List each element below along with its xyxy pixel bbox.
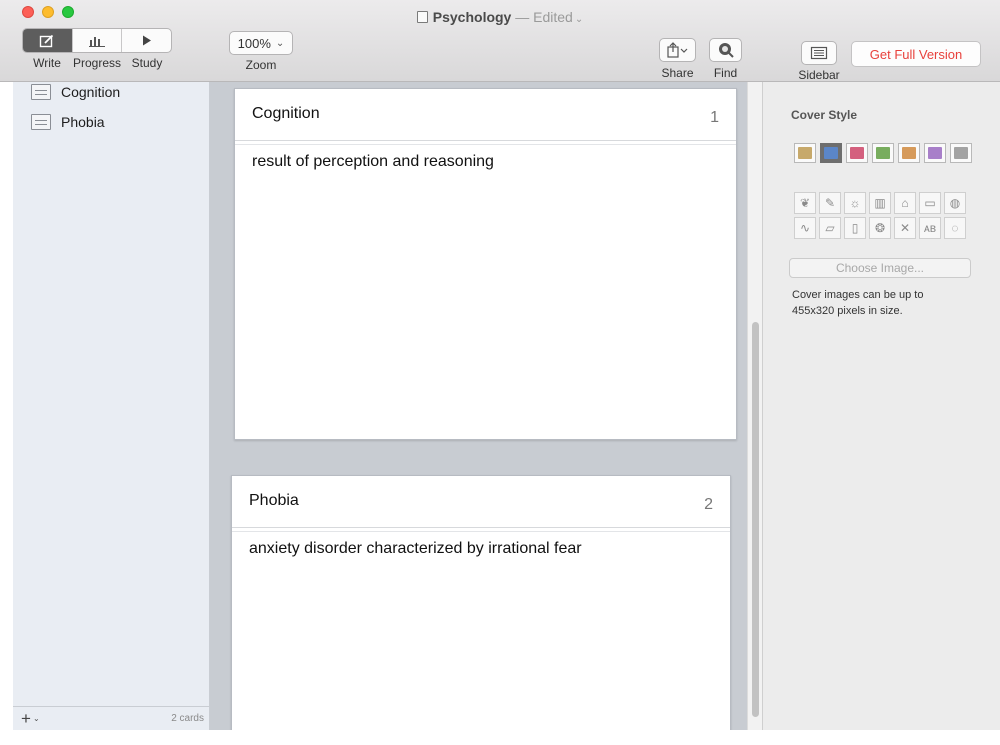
card-count: 2 cards [171,713,204,724]
card-cognition[interactable]: Cognition 1 result of perception and rea… [234,88,737,440]
find-button[interactable] [709,38,742,62]
cover-color-swatch[interactable] [794,143,816,163]
tools-icon[interactable]: ✕ [894,217,916,239]
laptop-icon[interactable]: ▱ [819,217,841,239]
card-icon [31,84,51,100]
sidebar-item-cognition[interactable]: Cognition [31,82,120,102]
easel-icon[interactable]: ▭ [919,192,941,214]
swatch-fill [798,147,812,159]
progress-mode-label: Progress [72,56,122,70]
vertical-scrollbar[interactable] [747,82,762,730]
bank-icon[interactable]: ⌂ [894,192,916,214]
sidebar-item-label: Cognition [61,84,121,100]
card-header: Phobia 2 [232,476,730,532]
globe-icon[interactable]: ◍ [944,192,966,214]
bar-chart-icon [89,36,105,47]
sidebar-label: Sidebar [798,68,840,82]
zoom-value: 100% [237,35,271,51]
chevron-down-icon: ⌄ [32,714,40,723]
add-card-button[interactable]: + ⌄ [21,709,40,729]
swatch-fill [902,147,916,159]
mode-labels: Write Progress Study [22,56,172,70]
write-mode-label: Write [33,56,61,70]
scrollbar-thumb[interactable] [752,322,759,717]
cover-color-swatches [794,143,972,163]
swatch-fill [876,147,890,159]
find-label: Find [713,66,738,80]
document-icon [416,11,428,23]
cover-icon-grid: ❦ ✎ ☼ ▥ ⌂ ▭ ◍ ∿ ▱ ▯ ❂ ✕ ᴀʙ ◌ [794,192,966,239]
chevron-down-icon: ⌄ [574,14,584,25]
card-header: Cognition 1 [235,89,736,145]
swatch-fill [954,147,968,159]
leaf-icon[interactable]: ❦ [794,192,816,214]
share-label: Share [661,66,694,80]
card-title[interactable]: Phobia [249,492,299,510]
card-title[interactable]: Cognition [252,105,320,123]
sidebar-footer: + ⌄ 2 cards [13,706,210,730]
choose-image-button[interactable]: Choose Image... [789,258,971,278]
magnifier-icon [718,43,734,58]
inspector-title: Cover Style [791,108,858,122]
plus-icon: + [21,708,31,728]
share-icon [666,42,687,58]
cover-image-note: Cover images can be up to 455x320 pixels… [792,289,924,317]
chevron-down-icon: ⌄ [275,37,285,49]
study-mode-label: Study [131,56,163,70]
write-mode-button[interactable] [23,29,73,52]
chart-icon[interactable]: ▥ [869,192,891,214]
cover-color-swatch[interactable] [820,143,842,163]
card-number: 2 [704,496,713,513]
get-full-version-button[interactable]: Get Full Version [851,41,981,67]
cover-color-swatch[interactable] [872,143,894,163]
book-icon[interactable]: ▯ [844,217,866,239]
card-body[interactable]: result of perception and reasoning [252,153,494,171]
swatch-fill [824,147,838,159]
cover-color-swatch[interactable] [950,143,972,163]
window-toolbar: Psychology — Edited ⌄ Write Progress Stu… [0,0,1000,82]
speech-bubble-icon[interactable]: ◌ [944,217,966,239]
compose-icon [40,34,54,47]
card-icon [31,114,51,130]
cover-style-inspector: Cover Style ❦ ✎ ☼ ▥ ⌂ ▭ ◍ ∿ ▱ ▯ ❂ ✕ ᴀʙ ◌ Choose Image… [762,82,1000,730]
swatch-fill [850,147,864,159]
window-title[interactable]: Psychology — Edited ⌄ [0,9,1000,25]
zoom-popup-button[interactable]: 100% ⌄ [229,31,293,55]
document-name: Psychology [432,9,512,25]
card-body[interactable]: anxiety disorder characterized by irrati… [249,540,582,558]
zoom-label: Zoom [245,58,277,72]
brush-icon[interactable]: ✎ [819,192,841,214]
sidebar-toggle-button[interactable] [801,41,837,65]
cover-color-swatch[interactable] [898,143,920,163]
pulse-icon[interactable]: ∿ [794,217,816,239]
study-mode-button[interactable] [122,29,171,52]
card-phobia[interactable]: Phobia 2 anxiety disorder characterized … [231,475,731,730]
brain-icon[interactable]: ❂ [869,217,891,239]
sidebar-item-phobia[interactable]: Phobia [31,112,105,132]
progress-mode-button[interactable] [73,29,123,52]
share-button[interactable] [659,38,696,62]
abc-icon[interactable]: ᴀʙ [919,217,941,239]
edited-status: — Edited [515,9,573,25]
mode-segmented-control [22,28,172,53]
card-editor: Cognition 1 result of perception and rea… [210,82,747,730]
card-number: 1 [710,109,719,126]
play-icon [142,35,151,46]
sidebar-item-label: Phobia [61,114,105,130]
cover-color-swatch[interactable] [924,143,946,163]
cover-color-swatch[interactable] [846,143,868,163]
lightbulb-icon[interactable]: ☼ [844,192,866,214]
card-list-sidebar: Cognition Phobia + ⌄ 2 cards [13,82,210,730]
swatch-fill [928,147,942,159]
sidebar-icon [810,46,828,60]
